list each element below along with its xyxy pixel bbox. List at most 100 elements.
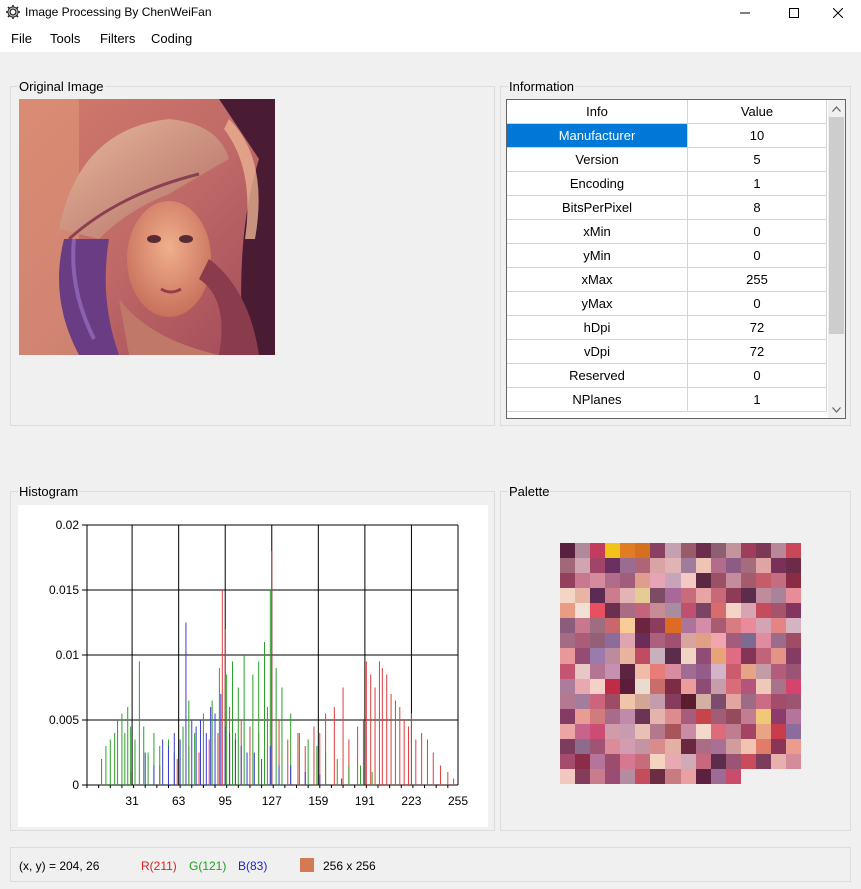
palette-swatch[interactable] xyxy=(560,678,576,694)
palette-swatch[interactable] xyxy=(680,588,696,604)
palette-swatch[interactable] xyxy=(785,603,801,619)
palette-swatch[interactable] xyxy=(590,633,606,649)
cell-info[interactable]: yMin xyxy=(507,244,688,268)
cell-info[interactable]: Encoding xyxy=(507,172,688,196)
palette-swatch[interactable] xyxy=(695,753,711,769)
palette-swatch[interactable] xyxy=(770,693,786,709)
table-row[interactable]: xMin 0 xyxy=(507,220,827,244)
palette-swatch[interactable] xyxy=(740,753,756,769)
palette-swatch[interactable] xyxy=(725,543,741,559)
palette-swatch[interactable] xyxy=(710,678,726,694)
palette-swatch[interactable] xyxy=(725,603,741,619)
cell-value[interactable]: 0 xyxy=(688,220,827,244)
cell-info[interactable]: NPlanes xyxy=(507,388,688,412)
palette-swatch[interactable] xyxy=(770,573,786,589)
palette-swatch[interactable] xyxy=(695,693,711,709)
palette-swatch[interactable] xyxy=(650,588,666,604)
palette-swatch[interactable] xyxy=(725,678,741,694)
cell-value[interactable]: 72 xyxy=(688,316,827,340)
menu-coding[interactable]: Coding xyxy=(151,31,192,46)
original-image[interactable] xyxy=(19,99,275,355)
palette-swatch[interactable] xyxy=(710,663,726,679)
cell-value[interactable]: 0 xyxy=(688,292,827,316)
palette-swatch[interactable] xyxy=(680,648,696,664)
palette-swatch[interactable] xyxy=(665,708,681,724)
menu-tools[interactable]: Tools xyxy=(50,31,80,46)
table-row[interactable]: Version 5 xyxy=(507,148,827,172)
palette-swatch[interactable] xyxy=(635,618,651,634)
table-row[interactable]: hDpi 72 xyxy=(507,316,827,340)
palette-swatch[interactable] xyxy=(650,633,666,649)
palette-swatch[interactable] xyxy=(605,708,621,724)
histogram-chart[interactable]: 31 63 95 127 159 191 223 255 0 0.005 0.01 0.015 0.02 xyxy=(18,505,488,827)
palette-swatch[interactable] xyxy=(605,738,621,754)
palette-swatch[interactable] xyxy=(755,573,771,589)
table-row[interactable]: yMin 0 xyxy=(507,244,827,268)
palette-swatch[interactable] xyxy=(755,603,771,619)
palette-swatch[interactable] xyxy=(650,573,666,589)
palette-swatch[interactable] xyxy=(650,603,666,619)
palette-swatch[interactable] xyxy=(680,708,696,724)
palette-swatch[interactable] xyxy=(620,603,636,619)
palette-swatch[interactable] xyxy=(590,558,606,574)
palette-swatch[interactable] xyxy=(695,603,711,619)
palette-swatch[interactable] xyxy=(650,678,666,694)
palette-swatch[interactable] xyxy=(680,693,696,709)
palette-swatch[interactable] xyxy=(695,573,711,589)
cell-info[interactable]: Version xyxy=(507,148,688,172)
palette-swatch[interactable] xyxy=(590,588,606,604)
palette-swatch[interactable] xyxy=(770,633,786,649)
palette-swatch[interactable] xyxy=(740,738,756,754)
palette-swatch[interactable] xyxy=(560,543,576,559)
palette-swatch[interactable] xyxy=(710,768,726,784)
palette-swatch[interactable] xyxy=(740,678,756,694)
palette-swatch[interactable] xyxy=(665,663,681,679)
palette-swatch[interactable] xyxy=(740,663,756,679)
palette-swatch[interactable] xyxy=(605,678,621,694)
palette-swatch[interactable] xyxy=(590,543,606,559)
palette-swatch[interactable] xyxy=(635,648,651,664)
palette-swatch[interactable] xyxy=(710,573,726,589)
palette-swatch[interactable] xyxy=(725,633,741,649)
palette-swatch[interactable] xyxy=(590,663,606,679)
palette-swatch[interactable] xyxy=(725,573,741,589)
palette-swatch[interactable] xyxy=(725,768,741,784)
palette-swatch[interactable] xyxy=(620,693,636,709)
palette-swatch[interactable] xyxy=(740,723,756,739)
palette-swatch[interactable] xyxy=(575,633,591,649)
palette-swatch[interactable] xyxy=(665,543,681,559)
palette-swatch[interactable] xyxy=(770,618,786,634)
palette-swatch[interactable] xyxy=(650,543,666,559)
palette-swatch[interactable] xyxy=(755,693,771,709)
palette-swatch[interactable] xyxy=(590,768,606,784)
palette-swatch[interactable] xyxy=(755,618,771,634)
palette-swatch[interactable] xyxy=(755,678,771,694)
palette-swatch[interactable] xyxy=(575,603,591,619)
menu-filters[interactable]: Filters xyxy=(100,31,135,46)
palette-swatch[interactable] xyxy=(770,678,786,694)
palette-swatch[interactable] xyxy=(575,768,591,784)
palette-swatch[interactable] xyxy=(695,543,711,559)
palette-swatch[interactable] xyxy=(590,738,606,754)
palette-swatch[interactable] xyxy=(770,708,786,724)
palette-swatch[interactable] xyxy=(560,618,576,634)
palette-swatch[interactable] xyxy=(635,603,651,619)
palette-swatch[interactable] xyxy=(710,603,726,619)
palette-swatch[interactable] xyxy=(560,693,576,709)
palette-swatch[interactable] xyxy=(785,588,801,604)
palette-swatch[interactable] xyxy=(680,573,696,589)
palette-swatch[interactable] xyxy=(665,693,681,709)
palette-swatch[interactable] xyxy=(725,708,741,724)
palette-swatch[interactable] xyxy=(620,648,636,664)
palette-swatch[interactable] xyxy=(680,678,696,694)
cell-info[interactable]: BitsPerPixel xyxy=(507,196,688,220)
palette-swatch[interactable] xyxy=(650,708,666,724)
information-table[interactable]: Info Value Manufacturer 10 Version 5 Encodin… xyxy=(506,99,846,419)
palette-swatch[interactable] xyxy=(620,573,636,589)
palette-swatch[interactable] xyxy=(710,693,726,709)
palette-swatch[interactable] xyxy=(650,768,666,784)
palette-swatch[interactable] xyxy=(575,753,591,769)
palette-swatch[interactable] xyxy=(710,558,726,574)
palette-swatch[interactable] xyxy=(620,543,636,559)
palette-swatch[interactable] xyxy=(785,678,801,694)
